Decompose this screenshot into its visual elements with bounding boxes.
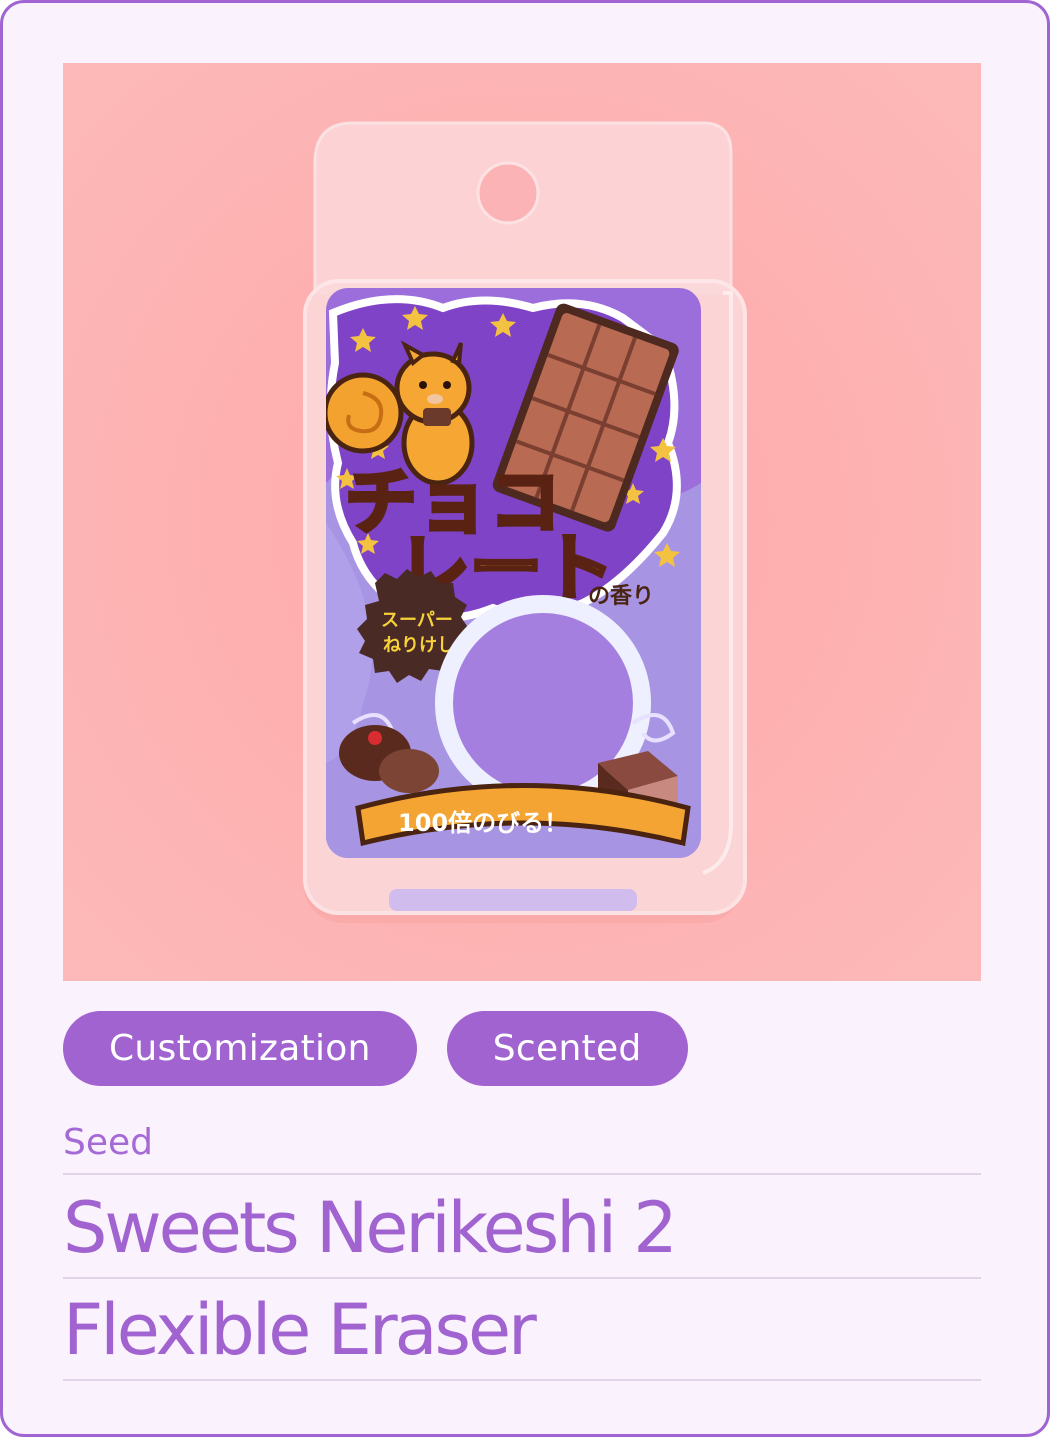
brand-name[interactable]: Seed <box>63 1115 981 1175</box>
product-card[interactable]: チョコ レート の香り スーパー ねりけし 100倍のびる！ Customiza… <box>0 0 1050 1437</box>
tag-scented[interactable]: Scented <box>446 1011 688 1086</box>
product-title-line-2[interactable]: Flexible Eraser <box>63 1279 981 1381</box>
tag-customization[interactable]: Customization <box>63 1011 417 1086</box>
tag-list: Customization Scented <box>63 1011 688 1086</box>
badge-line-2: ねりけし <box>383 635 455 656</box>
hang-hole <box>476 161 540 225</box>
case-base <box>389 889 637 911</box>
badge-line-1: スーパー <box>381 610 453 631</box>
package-label: チョコ レート の香り スーパー ねりけし 100倍のびる！ <box>326 288 701 858</box>
banner-ribbon: 100倍のびる！ <box>355 783 691 847</box>
eraser-package-illustration: チョコ レート の香り スーパー ねりけし 100倍のびる！ <box>63 63 981 981</box>
product-title-line-1[interactable]: Sweets Nerikeshi 2 <box>63 1177 981 1279</box>
banner-text: 100倍のびる！ <box>398 809 568 837</box>
product-image[interactable]: チョコ レート の香り スーパー ねりけし 100倍のびる！ <box>63 63 981 981</box>
package-subline: の香り <box>588 584 654 609</box>
